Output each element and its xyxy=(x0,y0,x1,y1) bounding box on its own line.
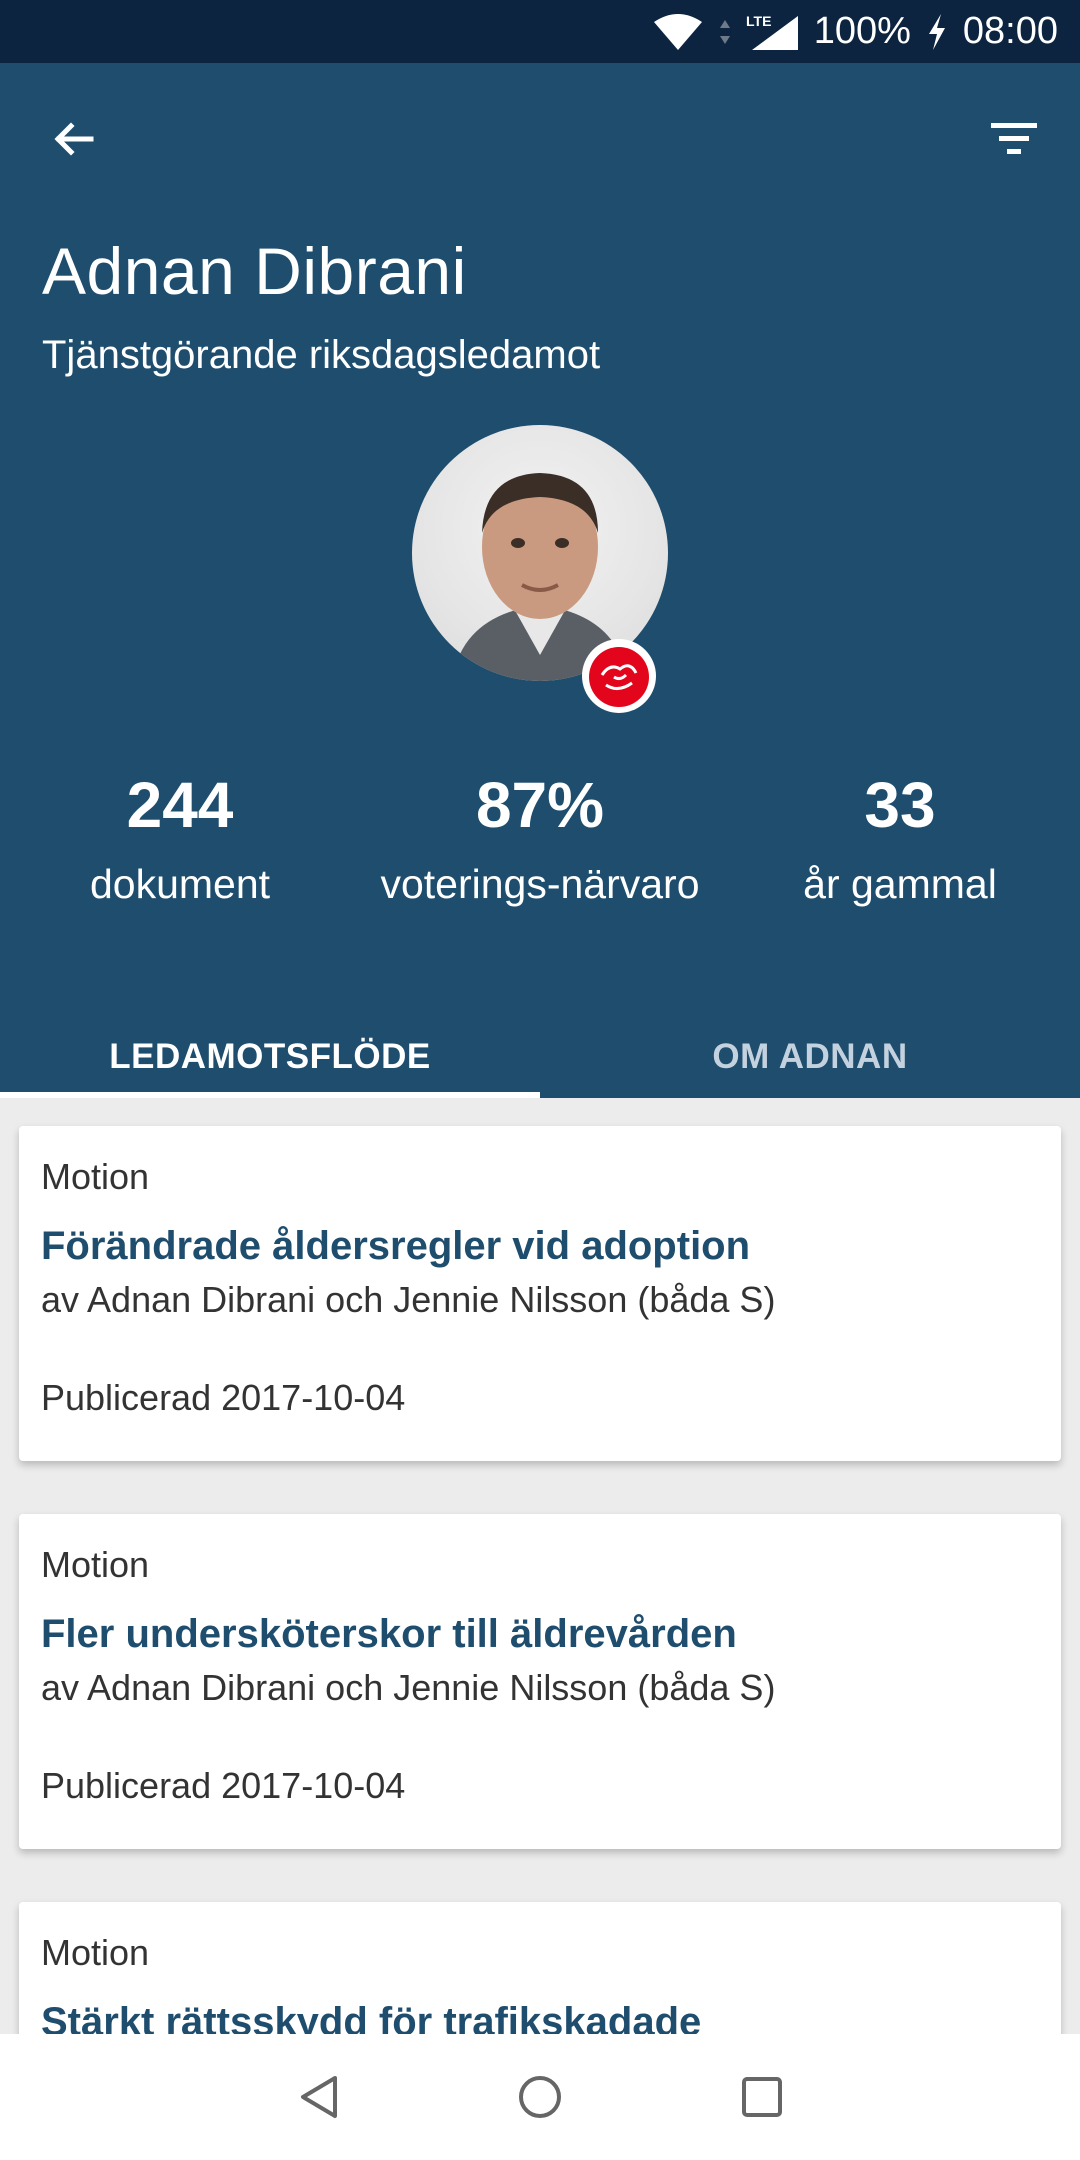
stats-row: 244 dokument 87% voterings-närvaro 33 år… xyxy=(0,773,1080,933)
feed-card[interactable]: Motion Stärkt rättsskydd för trafikskada… xyxy=(19,1902,1061,2034)
tab-ledamotsflode[interactable]: LEDAMOTSFLÖDE xyxy=(0,1007,540,1098)
card-authors: av Adnan Dibrani och Jennie Nilsson (båd… xyxy=(41,1279,776,1320)
square-recents-icon xyxy=(742,2077,782,2117)
card-title[interactable]: Stärkt rättsskydd för trafikskadade xyxy=(41,2000,1039,2034)
arrow-left-icon xyxy=(54,122,94,156)
card-title[interactable]: Fler undersköterskor till äldrevården xyxy=(41,1612,1039,1657)
triangle-back-icon xyxy=(301,2076,337,2118)
card-type: Motion xyxy=(41,1932,150,1973)
profile-header: Adnan Dibrani Tjänstgörande riksdagsleda… xyxy=(0,63,1080,1098)
card-date: Publicerad 2017-10-04 xyxy=(41,1765,406,1806)
tab-bar: LEDAMOTSFLÖDE OM ADNAN xyxy=(0,1007,1080,1098)
filter-icon xyxy=(991,123,1037,154)
feed-list[interactable]: Motion Förändrade åldersregler vid adopt… xyxy=(0,1098,1080,2034)
avatar-container xyxy=(412,425,668,713)
tab-om-adnan[interactable]: OM ADNAN xyxy=(540,1007,1080,1098)
charging-icon xyxy=(925,12,949,52)
feed-card[interactable]: Motion Fler undersköterskor till äldrevå… xyxy=(19,1514,1061,1849)
party-rose-icon xyxy=(580,637,658,715)
stat-documents: 244 dokument xyxy=(0,773,360,908)
member-name: Adnan Dibrani xyxy=(42,234,467,308)
card-title[interactable]: Förändrade åldersregler vid adoption xyxy=(41,1224,1039,1269)
signal-lte-icon: LTE xyxy=(746,12,800,52)
nav-recents-button[interactable] xyxy=(727,2062,797,2132)
stat-label: voterings-närvaro xyxy=(380,861,700,907)
card-type: Motion xyxy=(41,1156,150,1197)
svg-text:LTE: LTE xyxy=(746,13,771,29)
stat-label: dokument xyxy=(89,861,271,907)
stat-value: 244 xyxy=(126,769,234,841)
data-arrows-icon xyxy=(718,14,732,50)
nav-back-button[interactable] xyxy=(285,2062,355,2132)
member-role: Tjänstgörande riksdagsledamot xyxy=(42,333,601,377)
stat-label: år gammal xyxy=(803,861,997,907)
card-authors: av Adnan Dibrani och Jennie Nilsson (båd… xyxy=(41,1667,776,1708)
stat-voting-attendance: 87% voterings-närvaro xyxy=(360,773,720,908)
stat-age: 33 år gammal xyxy=(720,773,1080,908)
stat-value: 33 xyxy=(864,769,936,841)
wifi-icon xyxy=(652,12,704,52)
back-button[interactable] xyxy=(34,99,114,179)
nav-home-button[interactable] xyxy=(505,2062,575,2132)
status-bar: LTE 100% 08:00 xyxy=(0,0,1080,63)
card-date: Publicerad 2017-10-04 xyxy=(41,1377,406,1418)
clock: 08:00 xyxy=(962,10,1058,52)
system-nav-bar xyxy=(0,2034,1080,2160)
feed-card[interactable]: Motion Förändrade åldersregler vid adopt… xyxy=(19,1126,1061,1461)
stat-value: 87% xyxy=(475,769,605,841)
card-type: Motion xyxy=(41,1544,150,1585)
circle-home-icon xyxy=(519,2076,561,2118)
filter-button[interactable] xyxy=(974,99,1054,179)
battery-percent: 100% xyxy=(813,10,911,52)
